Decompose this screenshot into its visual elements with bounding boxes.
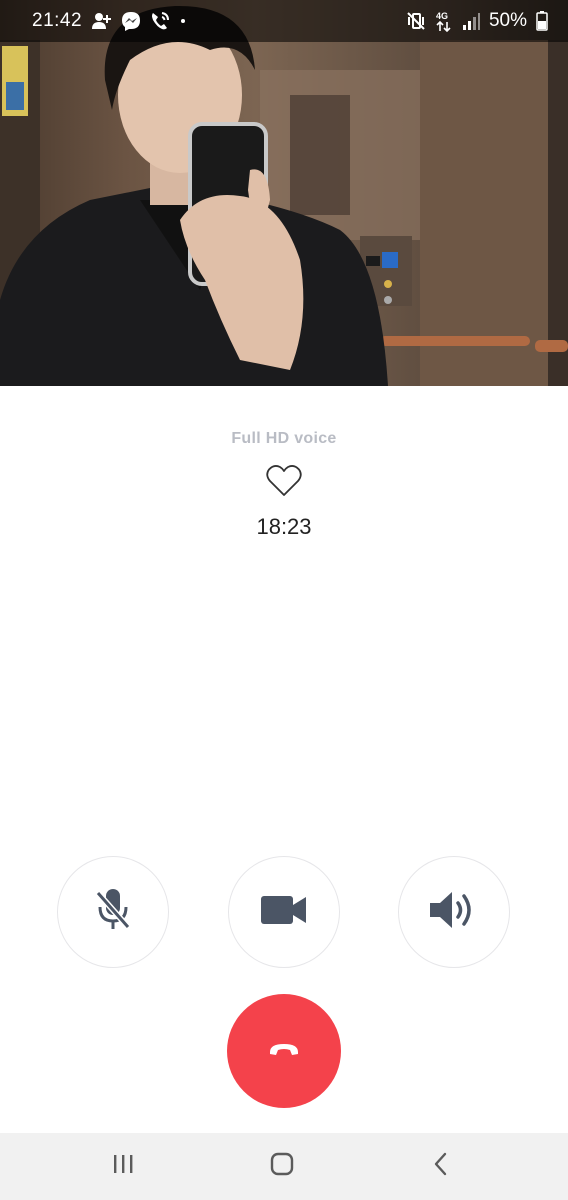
wifi-call-icon: [150, 11, 170, 31]
video-button[interactable]: [228, 856, 340, 968]
add-contact-icon: [92, 12, 112, 30]
hd-voice-label: Full HD voice: [231, 430, 337, 447]
svg-text:4G: 4G: [436, 11, 448, 21]
mute-button[interactable]: [57, 856, 169, 968]
back-icon: [433, 1152, 449, 1181]
status-bar: 21:42 4G 50%: [0, 0, 568, 42]
network-4g-icon: 4G: [435, 10, 453, 32]
recents-icon: [111, 1153, 135, 1180]
home-icon: [270, 1152, 294, 1181]
call-duration: 18:23: [256, 514, 312, 539]
end-call-button[interactable]: [227, 994, 341, 1108]
phone-hangup-icon: [268, 1041, 300, 1062]
mute-vibrate-icon: [406, 11, 426, 31]
heart-outline-icon[interactable]: [266, 464, 302, 498]
caller-photo: [0, 0, 568, 386]
signal-icon: [462, 12, 480, 30]
home-button[interactable]: [242, 1133, 322, 1200]
navigation-bar: [0, 1133, 568, 1200]
status-time: 21:42: [32, 10, 83, 31]
back-button[interactable]: [401, 1133, 481, 1200]
battery-percent: 50%: [488, 10, 527, 31]
recents-button[interactable]: [83, 1133, 163, 1200]
messenger-icon: [121, 11, 141, 31]
mic-off-icon: [92, 887, 134, 938]
speaker-icon: [428, 890, 480, 935]
battery-icon: [536, 11, 548, 31]
speaker-button[interactable]: [398, 856, 510, 968]
video-camera-icon: [260, 894, 308, 931]
dot-icon: [179, 17, 187, 25]
